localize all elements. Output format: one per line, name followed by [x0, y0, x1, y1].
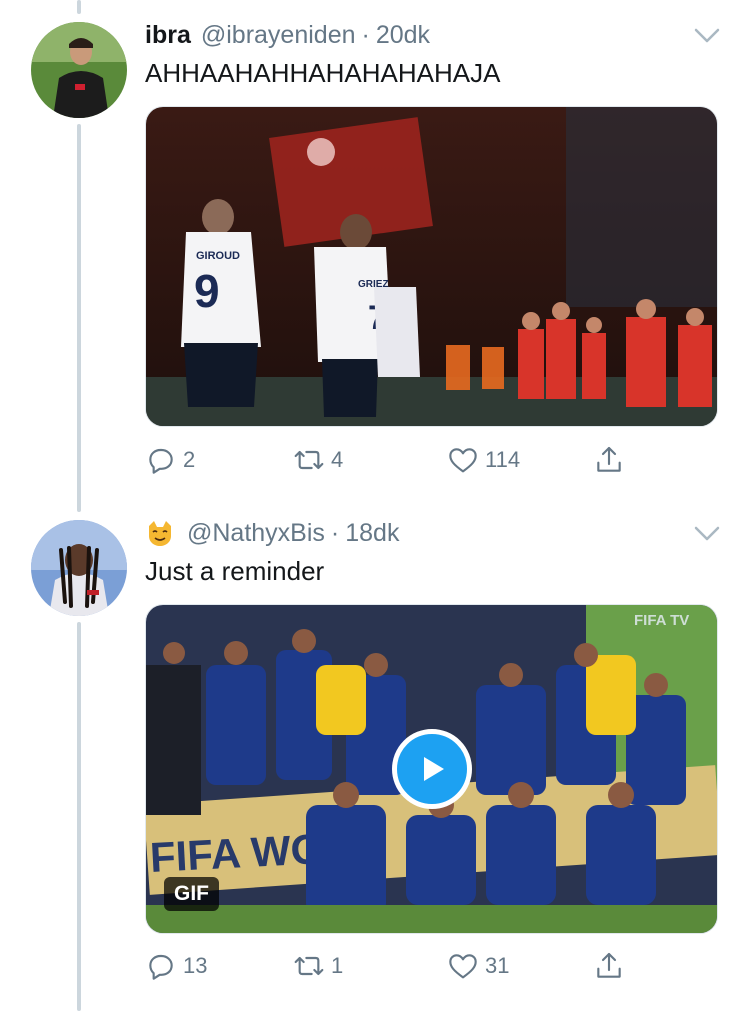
- tweet-header: @NathyxBis · 18dk: [145, 518, 399, 548]
- gif-badge: GIF: [164, 877, 219, 911]
- avatar[interactable]: [31, 520, 127, 616]
- chevron-down-icon[interactable]: [694, 28, 720, 44]
- tweet-text: Just a reminder: [145, 556, 325, 586]
- tweet-actions: 13 1 31: [145, 948, 645, 984]
- banner-text: FIFA WO: [149, 825, 325, 881]
- like-button[interactable]: 114: [447, 442, 520, 478]
- retweet-icon: [294, 450, 324, 470]
- retweet-icon: [294, 956, 324, 976]
- share-icon: [597, 446, 621, 472]
- heart-icon: [449, 954, 477, 979]
- reply-button[interactable]: 2: [145, 442, 195, 478]
- heart-icon: [449, 448, 477, 473]
- avatar[interactable]: [31, 22, 127, 118]
- watermark-text: FIFA TV: [634, 612, 689, 629]
- retweet-count: 1: [331, 953, 344, 978]
- reply-count: 13: [183, 953, 208, 978]
- thread-connector-line: [77, 622, 81, 1011]
- cat-face-emoji-icon: [149, 521, 171, 546]
- separator-dot: ·: [330, 518, 340, 547]
- retweet-button[interactable]: 1: [293, 948, 343, 984]
- retweet-button[interactable]: 4: [293, 442, 343, 478]
- share-button[interactable]: [593, 442, 631, 478]
- jersey-number-text: 9: [194, 265, 220, 317]
- tweet[interactable]: ibra @ibrayeniden · 20dk AHHAAHAHHAHAHAH…: [0, 0, 750, 510]
- user-handle[interactable]: @ibrayeniden: [201, 21, 356, 50]
- timestamp[interactable]: 20dk: [376, 21, 430, 50]
- reply-count: 2: [183, 447, 196, 472]
- tweet-header: ibra @ibrayeniden · 20dk: [145, 20, 430, 50]
- timestamp[interactable]: 18dk: [345, 519, 399, 548]
- thread-connector-line: [77, 124, 81, 512]
- reply-button[interactable]: 13: [145, 948, 207, 984]
- share-button[interactable]: [593, 948, 631, 984]
- share-icon: [597, 952, 621, 978]
- separator-dot: ·: [361, 20, 370, 49]
- user-handle[interactable]: @NathyxBis: [187, 519, 325, 548]
- retweet-count: 4: [331, 447, 344, 472]
- like-button[interactable]: 31: [447, 948, 509, 984]
- tweet-media-gif[interactable]: FIFA WO FIFA TV GIF: [145, 604, 718, 934]
- tweet-media-image[interactable]: GIROUD 9 GRIEZ 7: [145, 106, 718, 427]
- reply-icon: [149, 954, 173, 980]
- play-button[interactable]: [392, 729, 472, 809]
- display-name[interactable]: ibra: [145, 21, 191, 50]
- play-icon: [424, 757, 444, 781]
- like-count: 31: [485, 953, 510, 978]
- tweet[interactable]: @NathyxBis · 18dk Just a reminder FIFA W…: [0, 510, 750, 1011]
- chevron-down-icon[interactable]: [694, 526, 720, 542]
- like-count: 114: [485, 447, 521, 472]
- reply-icon: [149, 448, 173, 474]
- tweet-text: AHHAAHAHHAHAHAHAHAJA: [145, 58, 501, 88]
- tweet-actions: 2 4 114: [145, 442, 645, 478]
- jersey-name-text: GIROUD: [196, 250, 240, 262]
